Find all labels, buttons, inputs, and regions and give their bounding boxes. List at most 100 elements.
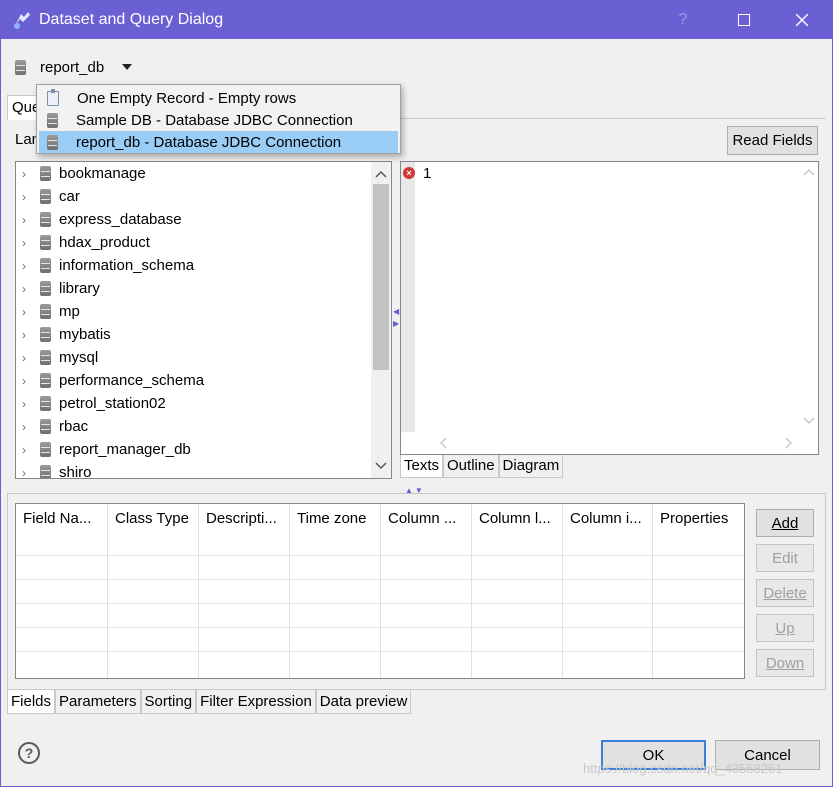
tab-diagram[interactable]: Diagram xyxy=(498,455,564,478)
database-icon xyxy=(40,304,51,319)
editor-tabs: Texts Outline Diagram xyxy=(400,455,564,478)
database-icon xyxy=(40,350,51,365)
tree-item[interactable]: › report_manager_db xyxy=(22,438,191,461)
datasource-selected: report_db xyxy=(40,58,105,76)
tree-item[interactable]: › petrol_station02 xyxy=(22,392,166,415)
editor-hscroll[interactable] xyxy=(433,432,799,454)
tab-filter-expression[interactable]: Filter Expression xyxy=(196,690,316,714)
dropdown-option-report-db[interactable]: report_db - Database JDBC Connection xyxy=(39,131,398,153)
tree-item[interactable]: › mybatis xyxy=(22,323,111,346)
database-tree: › bookmanage › car › express_database › hdax… xyxy=(15,161,392,479)
dialog-window: Dataset and Query Dialog ? report_db Que… xyxy=(0,0,833,787)
database-icon xyxy=(40,442,51,457)
maximize-button[interactable] xyxy=(719,1,769,39)
tree-item[interactable]: › information_schema xyxy=(22,254,194,277)
scroll-up-icon[interactable] xyxy=(371,164,391,184)
table-row xyxy=(16,603,744,604)
tree-item[interactable]: › mysql xyxy=(22,346,98,369)
tree-item-label: mp xyxy=(59,303,80,320)
tree-item-label: mysql xyxy=(59,349,99,366)
watermark: https://blog.csdn.net/qq_43558251 xyxy=(583,761,783,776)
edit-button[interactable]: Edit xyxy=(756,544,814,572)
database-icon xyxy=(15,59,26,75)
help-icon[interactable]: ? xyxy=(18,742,40,764)
chevron-right-icon[interactable]: › xyxy=(22,328,34,342)
database-icon xyxy=(40,373,51,388)
chevron-right-icon[interactable]: › xyxy=(22,397,34,411)
tab-parameters[interactable]: Parameters xyxy=(55,690,141,714)
tree-item-label: express_database xyxy=(59,211,182,228)
chevron-right-icon[interactable]: › xyxy=(22,282,34,296)
scroll-left-icon[interactable] xyxy=(435,434,453,452)
sash-horizontal-arrows[interactable]: ◀ ▶ xyxy=(393,306,399,330)
delete-button[interactable]: Delete xyxy=(756,579,814,607)
tree-scroll-thumb[interactable] xyxy=(373,184,389,370)
tree-item-label: rbac xyxy=(59,418,89,435)
table-row xyxy=(16,579,744,580)
tree-item[interactable]: › rbac xyxy=(22,415,88,438)
tab-outline[interactable]: Outline xyxy=(443,455,499,478)
table-row xyxy=(16,555,744,556)
tree-item-label: bookmanage xyxy=(59,165,146,182)
database-icon xyxy=(40,189,51,204)
editor-vscroll[interactable] xyxy=(800,162,818,432)
scroll-down-icon[interactable] xyxy=(800,412,818,430)
chevron-right-icon[interactable]: › xyxy=(22,213,34,227)
app-icon xyxy=(14,12,30,29)
tab-texts[interactable]: Texts xyxy=(400,455,444,478)
tab-sorting[interactable]: Sorting xyxy=(140,690,197,714)
chevron-right-icon[interactable]: › xyxy=(22,305,34,319)
scroll-down-icon[interactable] xyxy=(371,456,391,476)
database-icon xyxy=(40,166,51,181)
close-icon xyxy=(796,14,808,26)
dropdown-option-sample-db[interactable]: Sample DB - Database JDBC Connection xyxy=(39,109,398,131)
chevron-right-icon[interactable]: › xyxy=(22,190,34,204)
tree-item[interactable]: › car xyxy=(22,185,80,208)
tree-item[interactable]: › shiro xyxy=(22,461,92,479)
bottom-tabs: Fields Parameters Sorting Filter Express… xyxy=(7,690,412,714)
database-icon xyxy=(40,327,51,342)
up-button[interactable]: Up xyxy=(756,614,814,642)
tree-item-label: library xyxy=(59,280,100,297)
tree-item-label: report_manager_db xyxy=(59,441,191,458)
database-icon xyxy=(40,235,51,250)
query-editor[interactable]: × 1 xyxy=(400,161,819,455)
tab-data-preview[interactable]: Data preview xyxy=(315,690,412,714)
tab-fields[interactable]: Fields xyxy=(7,690,56,714)
read-fields-button[interactable]: Read Fields xyxy=(727,126,818,155)
tree-item-label: car xyxy=(59,188,80,205)
scroll-up-icon[interactable] xyxy=(800,164,818,182)
database-icon xyxy=(47,134,58,150)
database-icon xyxy=(40,258,51,273)
chevron-right-icon[interactable]: › xyxy=(22,259,34,273)
dropdown-arrow-icon[interactable] xyxy=(122,64,133,70)
tree-item[interactable]: › hdax_product xyxy=(22,231,150,254)
tree-item[interactable]: › express_database xyxy=(22,208,182,231)
tree-scrollbar[interactable] xyxy=(371,162,391,478)
scroll-right-icon[interactable] xyxy=(779,434,797,452)
error-icon: × xyxy=(403,167,415,179)
fields-table: Field Na... Class Type Descripti... Time… xyxy=(15,503,745,679)
help-title-button: ? xyxy=(678,11,688,28)
window-title: Dataset and Query Dialog xyxy=(39,11,224,28)
tree-item[interactable]: › mp xyxy=(22,300,80,323)
dropdown-option-empty-record[interactable]: One Empty Record - Empty rows xyxy=(39,87,398,109)
datasource-selector[interactable]: report_db xyxy=(15,53,133,81)
tree-item[interactable]: › performance_schema xyxy=(22,369,204,392)
chevron-right-icon[interactable]: › xyxy=(22,351,34,365)
tree-item[interactable]: › library xyxy=(22,277,100,300)
tree-item-label: petrol_station02 xyxy=(59,395,166,412)
tree-item[interactable]: › bookmanage xyxy=(22,162,146,185)
close-button[interactable] xyxy=(777,1,827,39)
add-button[interactable]: Add xyxy=(756,509,814,537)
chevron-right-icon[interactable]: › xyxy=(22,420,34,434)
database-icon xyxy=(40,465,51,478)
chevron-right-icon[interactable]: › xyxy=(22,443,34,457)
chevron-right-icon[interactable]: › xyxy=(22,167,34,181)
editor-gutter: × xyxy=(401,162,415,432)
chevron-right-icon[interactable]: › xyxy=(22,466,34,479)
chevron-right-icon[interactable]: › xyxy=(22,236,34,250)
line-number: 1 xyxy=(423,165,432,182)
chevron-right-icon[interactable]: › xyxy=(22,374,34,388)
down-button[interactable]: Down xyxy=(756,649,814,677)
